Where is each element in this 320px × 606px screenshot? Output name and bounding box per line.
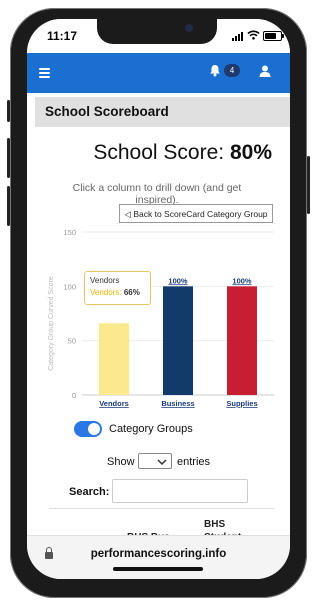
user-icon[interactable] [259,65,271,77]
bar-top-labels: 100% 100% [168,276,252,285]
x-axis-label[interactable]: Business [161,399,194,408]
top-navbar: 4 [27,53,290,93]
phone-screen: 11:17 4 School Scoreboard School Score: … [27,19,290,579]
home-indicator [113,567,203,571]
volume-up-button [7,138,10,178]
section-header: School Scoreboard [35,97,290,127]
search-label: Search: [69,486,110,498]
y-axis-ticks: 0 50 100 150 [63,228,76,400]
category-bar-chart: 0 50 100 150 Category Group Curved Score 10… [48,228,274,409]
y-tick-label: 100 [63,282,76,291]
y-tick-label: 50 [68,337,76,346]
volume-down-button [7,186,10,226]
entries-select[interactable] [138,453,172,469]
table-header-line-1: BHS [204,519,226,530]
status-time: 11:17 [47,29,78,43]
mute-switch [7,100,10,122]
entries-label: entries [177,456,211,468]
bar-top-label: 100% [232,276,252,285]
table-divider [49,508,274,509]
y-axis-label: Category Group Curved Score [48,276,55,371]
y-tick-label: 0 [72,391,76,400]
back-to-category-group-button[interactable]: ◁ Back to ScoreCard Category Group [119,204,273,223]
notch [97,19,217,44]
tooltip-title: Vendors [90,276,120,285]
score-value: 80% [229,141,272,164]
bar-business-services[interactable] [163,286,193,395]
category-groups-toggle[interactable] [74,421,102,437]
menu-icon[interactable] [39,68,50,78]
category-groups-label: Category Groups [109,423,193,435]
tooltip-series: Vendors: [90,288,122,297]
bell-icon[interactable] [209,64,221,77]
x-axis-label[interactable]: Supplies [226,399,257,408]
x-axis-label[interactable]: Services [163,408,194,409]
show-label: Show [107,456,135,468]
page-title: School Scoreboard [45,104,169,119]
bar-top-label: 100% [168,276,188,285]
notification-badge: 4 [224,64,240,77]
score-label: School Score: [93,141,225,164]
power-button [307,156,310,214]
battery-icon [263,31,284,41]
status-bar: 11:17 [27,19,290,53]
wifi-icon [247,30,260,40]
school-score: School Score: 80% [93,141,272,165]
tooltip-value: 66% [123,288,140,297]
y-tick-label: 150 [63,228,76,237]
x-axis-labels: Vendors BusinessServices Supplies [99,399,257,409]
signal-icon [232,32,243,41]
chevron-down-icon [157,459,167,466]
bar-supplies[interactable] [227,286,257,395]
search-input[interactable] [112,479,248,503]
bar-tooltip: Vendors Vendors: 66% [84,271,151,305]
browser-url-bar[interactable]: performancescoring.info [27,535,290,579]
bar-vendors[interactable] [99,323,129,395]
url-text: performancescoring.info [90,548,227,560]
x-axis-label[interactable]: Vendors [99,399,129,408]
front-camera [185,24,193,32]
drill-down-hint: Click a column to drill down (and get in… [72,182,242,206]
